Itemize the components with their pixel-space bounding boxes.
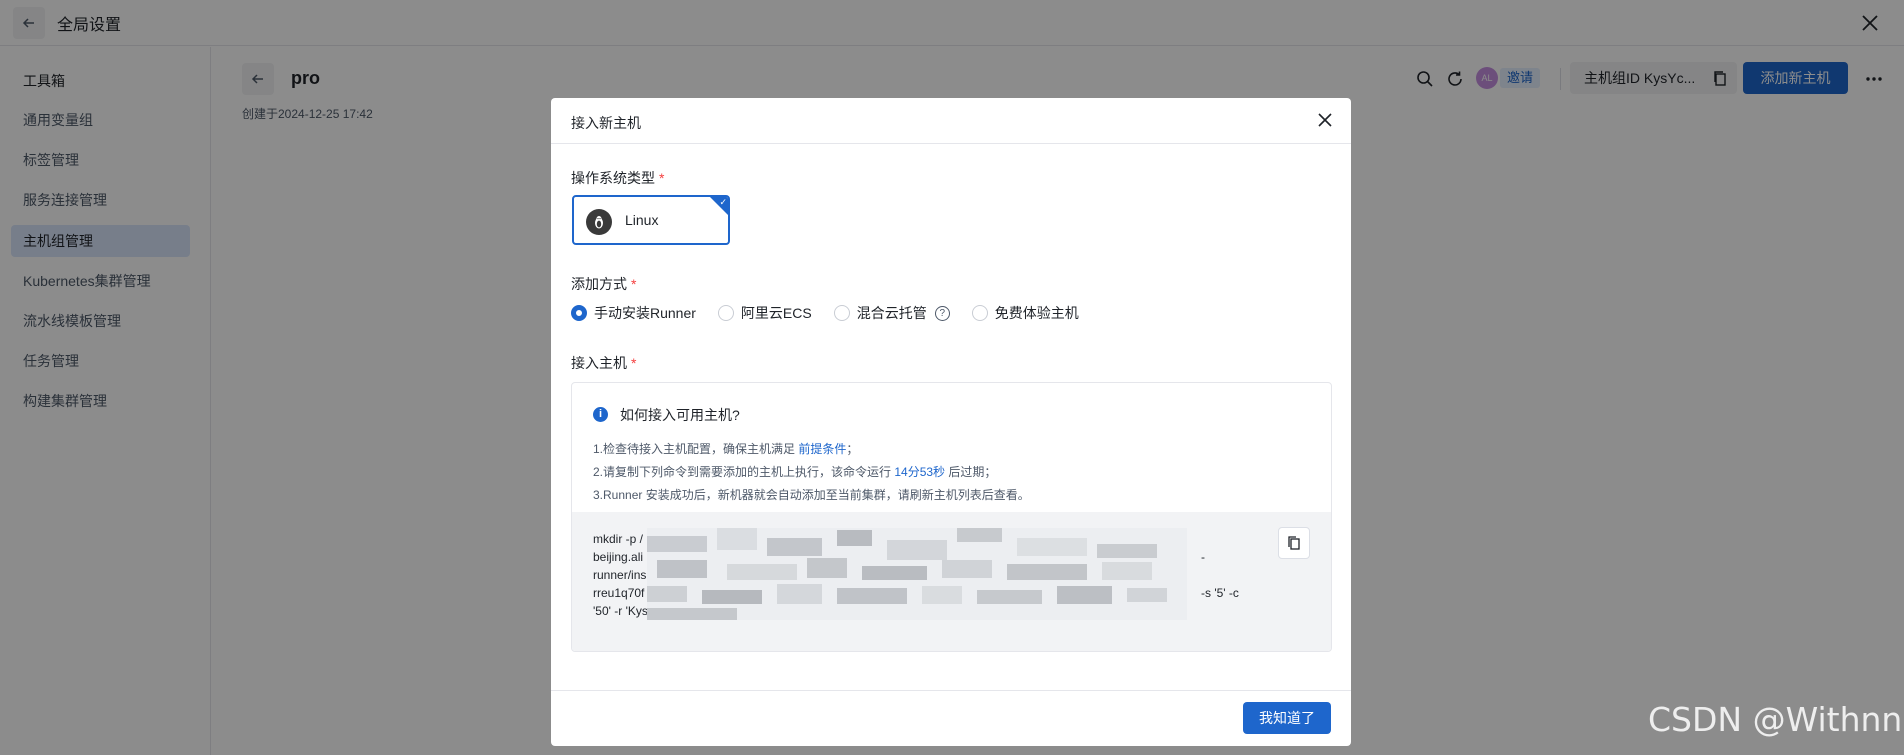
linux-icon	[586, 209, 612, 235]
radio-icon	[717, 305, 734, 321]
step-2: 2.请复制下列命令到需要添加的主机上执行，该命令运行 14分53秒 后过期；	[593, 465, 997, 479]
method-label: 添加方式 *	[571, 276, 637, 292]
help-title: 如何接入可用主机?	[620, 407, 740, 423]
pixelated-redaction	[647, 528, 1187, 620]
os-option-linux[interactable]: Linux ✓	[572, 195, 730, 245]
step-1: 1.检查待接入主机配置，确保主机满足 前提条件；	[593, 442, 859, 456]
modal-header: 接入新主机	[551, 98, 1351, 144]
check-icon: ✓	[719, 197, 727, 207]
os-type-label: 操作系统类型 *	[571, 170, 665, 186]
radio-checked-icon	[571, 305, 587, 321]
method-radio-group: 手动安装Runner 阿里云ECS 混合云托管? 免费体验主机	[571, 303, 1101, 323]
copy-command-button[interactable]	[1278, 527, 1310, 559]
modal-footer: 我知道了	[551, 690, 1351, 746]
prerequisites-link[interactable]: 前提条件	[798, 442, 846, 456]
host-label: 接入主机 *	[571, 355, 637, 371]
add-host-modal: 接入新主机 操作系统类型 * Linux ✓ 添加方式 * 手动安装Runner 阿…	[551, 98, 1351, 746]
step-3: 3.Runner 安装成功后，新机器就会自动添加至当前集群，请刷新主机列表后查看…	[593, 488, 1030, 502]
command-block: mkdir -p / beijing.ali - runner/ins rreu1…	[572, 512, 1331, 651]
close-icon[interactable]	[1315, 110, 1335, 130]
info-icon: i	[593, 407, 608, 422]
host-instructions: i 如何接入可用主机? 1.检查待接入主机配置，确保主机满足 前提条件； 2.请…	[571, 382, 1332, 652]
method-radio-hybrid-cloud[interactable]: 混合云托管?	[833, 303, 950, 323]
os-name: Linux	[625, 212, 659, 228]
method-radio-free-trial[interactable]: 免费体验主机	[971, 303, 1079, 323]
watermark: CSDN @Withnn	[1648, 700, 1903, 739]
method-radio-aliyun-ecs[interactable]: 阿里云ECS	[717, 303, 812, 323]
copy-icon	[1288, 536, 1300, 550]
help-icon[interactable]: ?	[934, 305, 950, 321]
method-radio-manual-runner[interactable]: 手动安装Runner	[571, 303, 696, 323]
radio-icon	[833, 305, 850, 321]
expire-countdown: 14分53秒	[894, 465, 946, 479]
modal-title: 接入新主机	[571, 115, 641, 131]
radio-icon	[971, 305, 988, 321]
ok-button[interactable]: 我知道了	[1243, 702, 1331, 734]
